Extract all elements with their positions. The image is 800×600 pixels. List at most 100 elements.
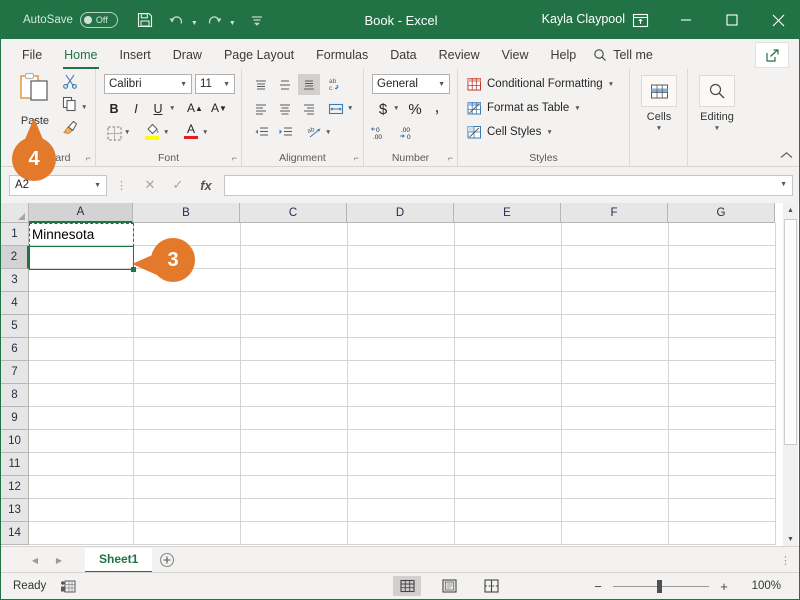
format-as-table-button[interactable]: Format as Table ▼ [467, 98, 581, 118]
tab-help[interactable]: Help [540, 41, 588, 69]
normal-view-button[interactable] [393, 576, 421, 596]
cell-b13[interactable] [134, 499, 241, 522]
conditional-formatting-caret[interactable]: ▼ [608, 81, 614, 88]
cell-b9[interactable] [134, 407, 241, 430]
cell-a11[interactable] [29, 453, 134, 476]
column-header-g[interactable]: G [668, 203, 775, 223]
cell-f1[interactable] [562, 223, 669, 246]
cell-a4[interactable] [29, 292, 134, 315]
cell-b7[interactable] [134, 361, 241, 384]
row-header-11[interactable]: 11 [1, 453, 29, 476]
tell-me-search[interactable]: Tell me [593, 41, 653, 69]
cell-f6[interactable] [562, 338, 669, 361]
cell-f4[interactable] [562, 292, 669, 315]
cell-g4[interactable] [669, 292, 776, 315]
cell-e8[interactable] [455, 384, 562, 407]
font-dialog-launcher[interactable]: ⌐ [232, 153, 237, 163]
cell-g10[interactable] [669, 430, 776, 453]
tab-draw[interactable]: Draw [162, 41, 213, 69]
decrease-decimal-button[interactable]: .00 0 [398, 121, 424, 143]
editing-button[interactable]: Editing ▼ [692, 73, 742, 145]
middle-align-button[interactable] [274, 74, 296, 95]
increase-decimal-button[interactable]: 0.00 [370, 121, 396, 143]
zoom-out-button[interactable]: − [590, 579, 606, 594]
grow-font-button[interactable]: A ▲ [184, 97, 206, 119]
redo-dropdown-caret[interactable]: ▼ [229, 20, 236, 27]
column-header-b[interactable]: B [133, 203, 240, 223]
decrease-indent-button[interactable] [250, 122, 272, 143]
cell-f14[interactable] [562, 522, 669, 545]
cell-f10[interactable] [562, 430, 669, 453]
bold-button[interactable]: B [103, 98, 125, 120]
underline-button[interactable]: U [147, 98, 169, 120]
column-header-e[interactable]: E [454, 203, 561, 223]
accounting-dropdown-caret[interactable]: ▼ [393, 105, 399, 112]
cell-a8[interactable] [29, 384, 134, 407]
cancel-icon[interactable]: ✕ [136, 174, 164, 196]
cell-e10[interactable] [455, 430, 562, 453]
cell-g11[interactable] [669, 453, 776, 476]
cell-a2[interactable] [29, 246, 134, 269]
editing-dropdown-caret[interactable]: ▼ [714, 125, 720, 132]
scroll-down-arrow[interactable]: ▼ [783, 532, 798, 547]
cell-a12[interactable] [29, 476, 134, 499]
cell-c9[interactable] [241, 407, 348, 430]
tab-review[interactable]: Review [428, 41, 491, 69]
user-account-name[interactable]: Kayla Claypool [542, 12, 625, 26]
cell-d2[interactable] [348, 246, 455, 269]
sheet-tab-sheet1[interactable]: Sheet1 [85, 547, 153, 573]
copy-dropdown-caret[interactable]: ▼ [81, 104, 87, 111]
row-header-12[interactable]: 12 [1, 476, 29, 499]
merge-dropdown-caret[interactable]: ▼ [347, 105, 353, 112]
fill-color-dropdown-caret[interactable]: ▼ [163, 129, 169, 136]
accessibility-checker-icon[interactable] [60, 579, 76, 594]
tab-data[interactable]: Data [379, 41, 427, 69]
copy-button[interactable] [57, 96, 83, 117]
row-header-6[interactable]: 6 [1, 338, 29, 361]
expand-formula-bar-icon[interactable]: ▼ [780, 181, 787, 188]
cell-f3[interactable] [562, 269, 669, 292]
cell-c10[interactable] [241, 430, 348, 453]
alignment-dialog-launcher[interactable]: ⌐ [354, 153, 359, 163]
cell-f5[interactable] [562, 315, 669, 338]
cell-c1[interactable] [241, 223, 348, 246]
undo-dropdown-caret[interactable]: ▼ [191, 20, 198, 27]
autosave-switch[interactable]: Off [79, 12, 118, 28]
cell-g5[interactable] [669, 315, 776, 338]
cell-e1[interactable] [455, 223, 562, 246]
cell-styles-button[interactable]: Cell Styles ▼ [467, 122, 553, 142]
cell-f11[interactable] [562, 453, 669, 476]
cell-e11[interactable] [455, 453, 562, 476]
cell-g8[interactable] [669, 384, 776, 407]
cell-d4[interactable] [348, 292, 455, 315]
next-sheet-icon[interactable]: ▶ [47, 548, 71, 572]
row-header-3[interactable]: 3 [1, 269, 29, 292]
formula-input[interactable]: ▼ [224, 174, 793, 196]
wrap-text-button[interactable]: ab c [325, 74, 347, 95]
number-format-combo[interactable]: General ▼ [372, 74, 450, 94]
orientation-dropdown-caret[interactable]: ▼ [325, 129, 331, 136]
zoom-in-button[interactable]: + [716, 579, 732, 594]
cell-b6[interactable] [134, 338, 241, 361]
cell-a14[interactable] [29, 522, 134, 545]
format-as-table-caret[interactable]: ▼ [574, 105, 580, 112]
cell-c2[interactable] [241, 246, 348, 269]
page-break-preview-button[interactable] [477, 576, 505, 596]
cell-a5[interactable] [29, 315, 134, 338]
cell-g7[interactable] [669, 361, 776, 384]
tab-formulas[interactable]: Formulas [305, 41, 379, 69]
row-header-13[interactable]: 13 [1, 499, 29, 522]
cell-b11[interactable] [134, 453, 241, 476]
cell-d5[interactable] [348, 315, 455, 338]
cell-b14[interactable] [134, 522, 241, 545]
align-left-button[interactable] [250, 98, 272, 119]
format-painter-button[interactable] [57, 119, 83, 140]
cell-d1[interactable] [348, 223, 455, 246]
minimize-icon[interactable] [663, 1, 709, 39]
cell-e7[interactable] [455, 361, 562, 384]
underline-dropdown-caret[interactable]: ▼ [169, 105, 175, 112]
cell-styles-caret[interactable]: ▼ [546, 129, 552, 136]
cell-e3[interactable] [455, 269, 562, 292]
page-layout-view-button[interactable] [435, 576, 463, 596]
cell-e14[interactable] [455, 522, 562, 545]
